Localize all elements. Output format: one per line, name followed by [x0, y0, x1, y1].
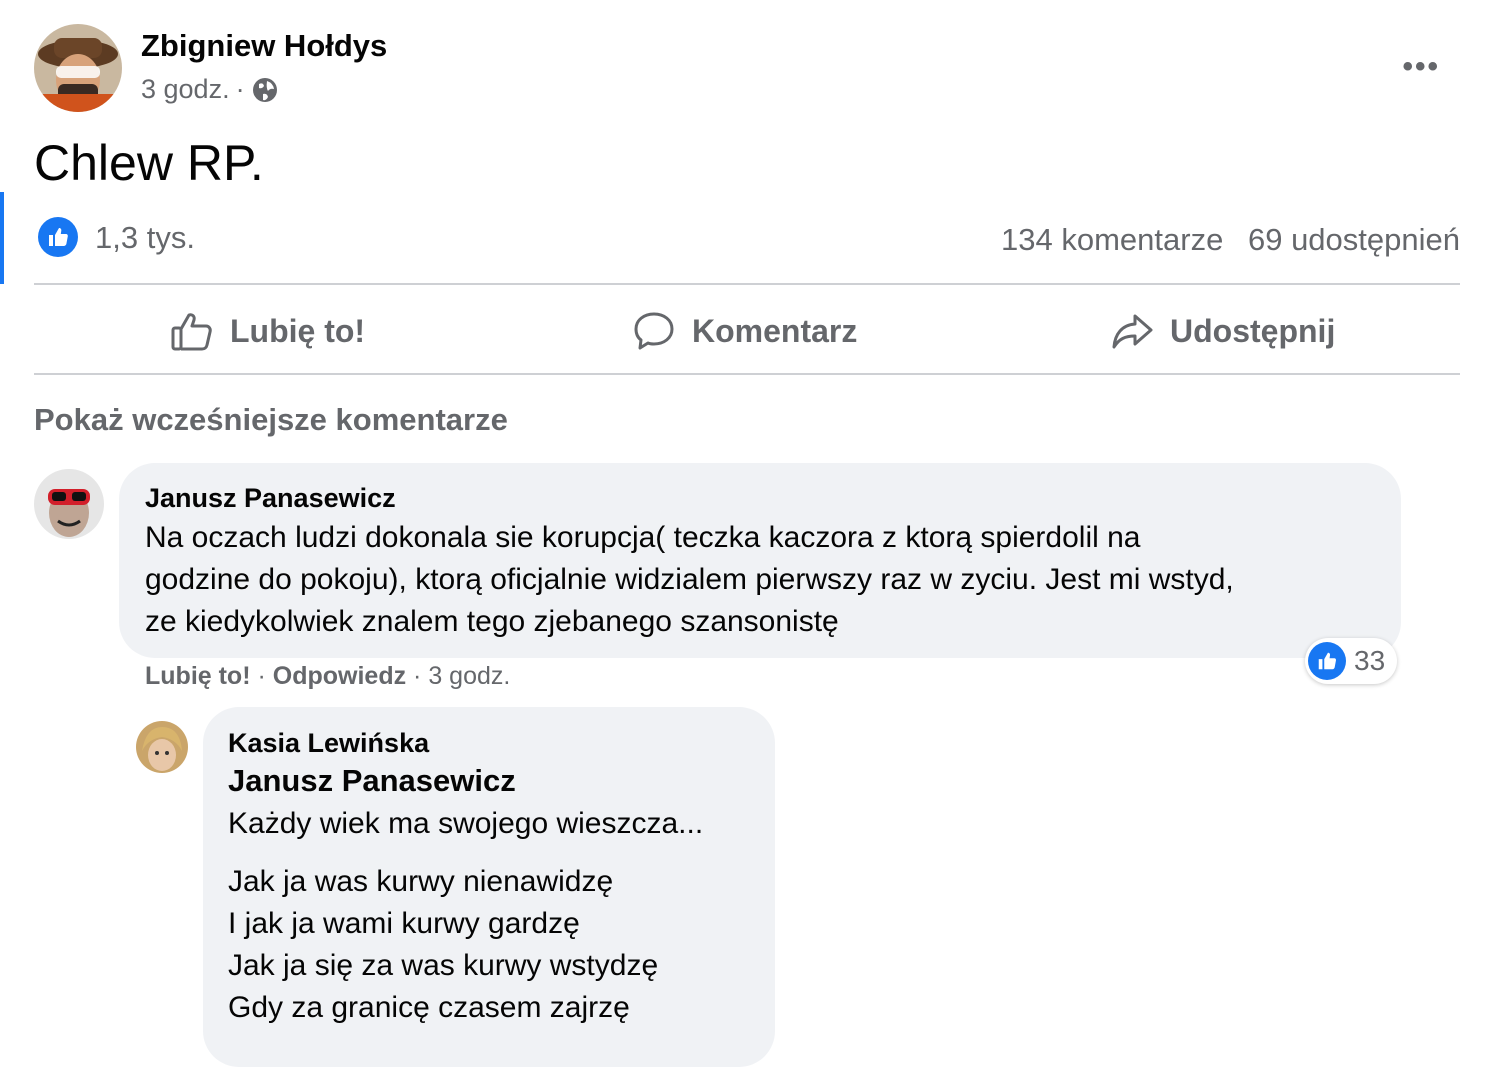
- comment-bubble: Janusz Panasewicz Na oczach ludzi dokona…: [119, 463, 1401, 658]
- post-author-name[interactable]: Zbigniew Hołdys: [141, 28, 387, 64]
- meta-separator: ·: [235, 74, 245, 104]
- reply-line: Gdy za granicę czasem zajrzę: [228, 991, 630, 1024]
- reply-bubble: Kasia Lewińska Janusz Panasewicz Każdy w…: [203, 707, 775, 1067]
- shares-count[interactable]: 69 udostępnień: [1248, 222, 1460, 257]
- comment-text: Na oczach ludzi dokonala sie korupcja( t…: [145, 517, 1234, 643]
- post-text: Chlew RP.: [34, 135, 264, 191]
- comments-count[interactable]: 134 komentarze: [1001, 222, 1223, 257]
- reply-text: Każdy wiek ma swojego wieszcza... Jak ja…: [228, 803, 703, 1029]
- share-arrow-icon: [1110, 309, 1154, 353]
- share-button-label: Udostępnij: [1170, 312, 1336, 349]
- reactions-count[interactable]: 1,3 tys.: [95, 220, 195, 256]
- comment-line: godzine do pokoju), ktorą oficjalnie wid…: [145, 563, 1234, 596]
- speech-bubble-icon: [632, 309, 676, 353]
- like-button-label: Lubię to!: [230, 312, 366, 349]
- comment-reaction-pill[interactable]: 33: [1305, 638, 1397, 684]
- reply-line: Jak ja was kurwy nienawidzę: [228, 865, 614, 898]
- post-stats: 134 komentarze 69 udostępnień: [1001, 222, 1460, 258]
- like-reaction-icon[interactable]: [38, 217, 78, 257]
- comment-like-link[interactable]: Lubię to!: [145, 662, 251, 690]
- reply-line: [228, 845, 703, 861]
- like-reaction-icon: [1308, 642, 1346, 680]
- reply-line: I jak ja wami kurwy gardzę: [228, 907, 580, 940]
- author-avatar[interactable]: [34, 24, 122, 112]
- reply-mention[interactable]: Janusz Panasewicz: [228, 763, 516, 799]
- comment-time[interactable]: 3 godz.: [428, 662, 510, 690]
- thumbs-up-icon: [170, 309, 214, 353]
- reply-line: Jak ja się za was kurwy wstydzę: [228, 949, 659, 982]
- comment-line: ze kiedykolwiek znalem tego zjebanego sz…: [145, 605, 839, 638]
- commenter-avatar[interactable]: [34, 469, 104, 539]
- action-separator: ·: [413, 662, 422, 690]
- left-accent-bar: [0, 192, 4, 284]
- comment-reply-link[interactable]: Odpowiedz: [273, 662, 406, 690]
- comment-line: Na oczach ludzi dokonala sie korupcja( t…: [145, 521, 1141, 554]
- divider-bottom: [34, 373, 1460, 375]
- comment-actions: Lubię to! · Odpowiedz · 3 godz.: [145, 662, 510, 691]
- reply-author-avatar[interactable]: [136, 721, 188, 773]
- divider-top: [34, 283, 1460, 285]
- action-separator: ·: [257, 662, 266, 690]
- globe-icon: [251, 76, 279, 104]
- reply-author[interactable]: Kasia Lewińska: [228, 728, 429, 759]
- post-meta: 3 godz. ·: [141, 74, 279, 105]
- comment-button[interactable]: Komentarz: [632, 300, 857, 362]
- comment-reaction-count: 33: [1354, 645, 1386, 676]
- comment-button-label: Komentarz: [692, 312, 858, 349]
- show-previous-comments-link[interactable]: Pokaż wcześniejsze komentarze: [34, 402, 508, 438]
- comment-author[interactable]: Janusz Panasewicz: [145, 483, 396, 514]
- reply-line: Każdy wiek ma swojego wieszcza...: [228, 807, 704, 840]
- more-options-icon[interactable]: •••: [1402, 50, 1440, 84]
- share-button[interactable]: Udostępnij: [1110, 300, 1335, 362]
- post-time[interactable]: 3 godz.: [141, 74, 230, 105]
- like-button[interactable]: Lubię to!: [170, 300, 365, 362]
